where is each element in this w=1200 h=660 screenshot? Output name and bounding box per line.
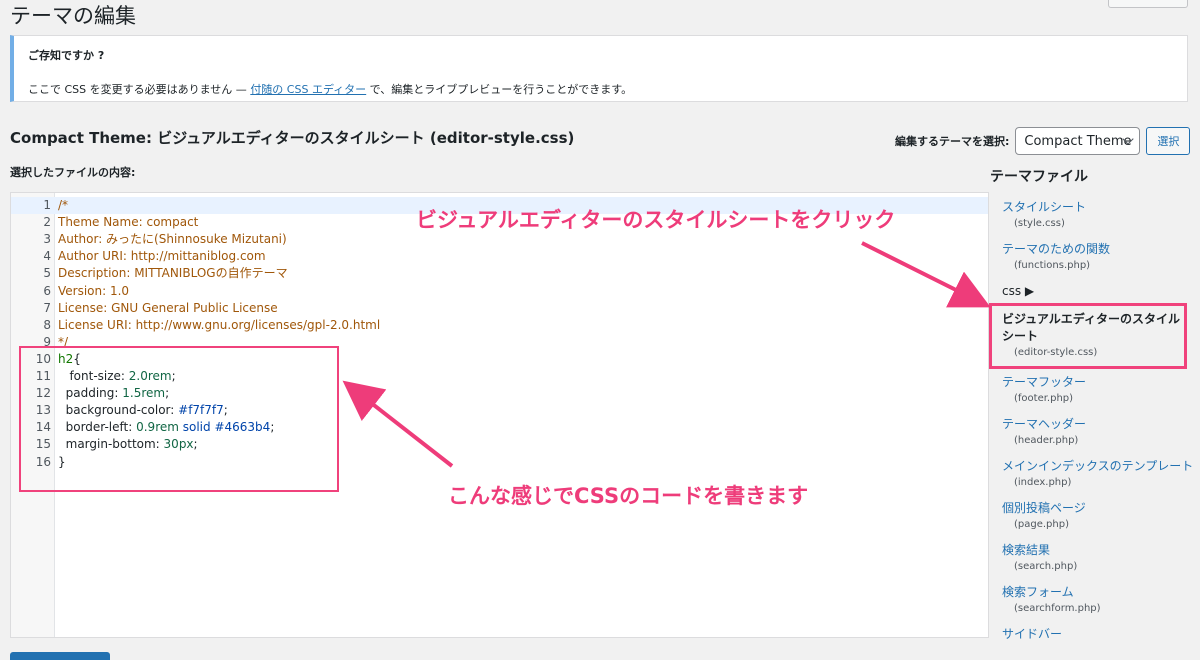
notice-text-before: ここで CSS を変更する必要はありません —: [28, 83, 251, 96]
theme-select[interactable]: Compact Theme: [1015, 127, 1141, 155]
line-number: 3: [43, 232, 51, 247]
sidebar-highlight-box: [989, 303, 1187, 369]
sidebar-item-label: テーマフッター: [1002, 375, 1087, 389]
theme-select-value: Compact Theme: [1024, 133, 1132, 149]
notice-box: ご存知ですか ? ここで CSS を変更する必要はありません — 付随の CSS…: [10, 35, 1188, 102]
code-token: /*: [58, 198, 69, 212]
sidebar-item-index[interactable]: メインインデックスのテンプレート (index.php): [1002, 457, 1200, 488]
notice-text-after: で、編集とライブプレビューを行うことができます。: [366, 83, 633, 96]
line-number: 7: [43, 300, 51, 315]
code-text: Author: みったに(Shinnosuke Mizutani): [58, 231, 287, 248]
code-text: /*: [58, 197, 68, 214]
code-line: 5 Description: MITTANIBLOGの自作テーマ: [11, 265, 988, 282]
sidebar-item-search[interactable]: 検索結果 (search.php): [1002, 541, 1182, 572]
code-text: Description: MITTANIBLOGの自作テーマ: [58, 265, 288, 282]
code-token: Description: MITTANIBLOGの自作テーマ: [58, 266, 288, 281]
sidebar-item-searchform[interactable]: 検索フォーム (searchform.php): [1002, 583, 1182, 614]
update-file-button[interactable]: [10, 652, 110, 660]
sidebar-item-label: スタイルシート: [1002, 200, 1087, 214]
sidebar-item-label: テーマヘッダー: [1002, 417, 1087, 431]
sidebar-item-label: 検索フォーム: [1002, 585, 1074, 599]
code-token: Version: 1.0: [58, 283, 130, 298]
code-text: Author URI: http://mittaniblog.com: [58, 248, 266, 265]
sidebar-item-sidebar[interactable]: サイドバー: [1002, 625, 1182, 640]
select-button[interactable]: 選択: [1146, 127, 1191, 155]
sidebar-item-file: (header.php): [1014, 435, 1079, 446]
sidebar-item-footer[interactable]: テーマフッター (footer.php): [1002, 373, 1182, 404]
css-editor-link[interactable]: 付随の CSS エディター: [250, 83, 366, 96]
theme-select-label: 編集するテーマを選択:: [895, 135, 1010, 148]
sidebar-item-file: (index.php): [1014, 477, 1072, 488]
notice-body: ここで CSS を変更する必要はありません — 付随の CSS エディター で、…: [28, 81, 1173, 97]
sidebar-title: テーマファイル: [990, 169, 1088, 185]
code-token: License: GNU General Public License: [58, 300, 278, 315]
code-text: Theme Name: compact: [58, 214, 198, 231]
sidebar-item-file: (searchform.php): [1014, 603, 1101, 614]
sidebar-item-label: サイドバー: [1002, 627, 1063, 640]
theme-select-area: 編集するテーマを選択: Compact Theme 選択: [895, 127, 1191, 155]
code-text: License: GNU General Public License: [58, 300, 278, 317]
sidebar-item-page[interactable]: 個別投稿ページ (page.php): [1002, 499, 1182, 530]
sidebar-item-style[interactable]: スタイルシート (style.css): [1002, 198, 1182, 229]
line-number: 6: [43, 283, 51, 298]
sidebar-item-file: (page.php): [1014, 519, 1069, 530]
code-line: 8 License URI: http://www.gnu.org/license…: [11, 317, 988, 334]
sidebar-item-file: (style.css): [1014, 218, 1065, 229]
sidebar-item-functions[interactable]: テーマのための関数 (functions.php): [1002, 240, 1182, 271]
sidebar-item-label: メインインデックスのテンプレート: [1002, 459, 1194, 473]
sidebar-item-file: (functions.php): [1014, 260, 1091, 271]
line-number: 4: [43, 249, 51, 264]
code-hint-annotation: こんな感じでCSSのコードを書きます: [448, 484, 809, 508]
code-token: Author: みったに(Shinnosuke Mizutani): [58, 232, 287, 247]
code-token: Theme Name: compact: [58, 215, 199, 230]
line-number: 1: [43, 198, 51, 212]
help-button[interactable]: [1108, 0, 1188, 8]
sidebar-item-file: (footer.php): [1014, 393, 1074, 404]
line-number: 2: [43, 215, 51, 230]
sidebar-item-header[interactable]: テーマヘッダー (header.php): [1002, 415, 1182, 446]
code-text: License URI: http://www.gnu.org/licenses…: [58, 317, 380, 334]
code-line: 6 Version: 1.0: [11, 283, 988, 300]
page-title: テーマの編集: [10, 4, 136, 28]
theme-files-sidebar: テーマファイル スタイルシート (style.css) テーマのための関数 (f…: [990, 160, 1200, 640]
sidebar-item-label: 検索結果: [1002, 543, 1051, 557]
sidebar-item-label: 個別投稿ページ: [1002, 501, 1086, 515]
file-heading: Compact Theme: ビジュアルエディターのスタイルシート (edito…: [10, 129, 575, 147]
content-label: 選択したファイルの内容:: [10, 166, 136, 179]
sidebar-item-file: (search.php): [1014, 561, 1078, 572]
sidebar-item-label: テーマのための関数: [1002, 242, 1111, 256]
line-number: 8: [43, 317, 51, 332]
notice-title: ご存知ですか ?: [28, 49, 105, 62]
code-token: License URI: http://www.gnu.org/licenses…: [58, 317, 381, 332]
click-hint-annotation: ビジュアルエディターのスタイルシートをクリック: [416, 208, 896, 232]
code-line: 4 Author URI: http://mittaniblog.com: [11, 248, 988, 265]
code-text: Version: 1.0: [58, 283, 129, 300]
code-line: 7 License: GNU General Public License: [11, 300, 988, 317]
line-number: 5: [43, 266, 51, 281]
css-folder-toggle[interactable]: css ▶: [1002, 284, 1034, 298]
code-token: Author URI: http://mittaniblog.com: [58, 249, 266, 264]
code-highlight-box: [19, 346, 339, 492]
